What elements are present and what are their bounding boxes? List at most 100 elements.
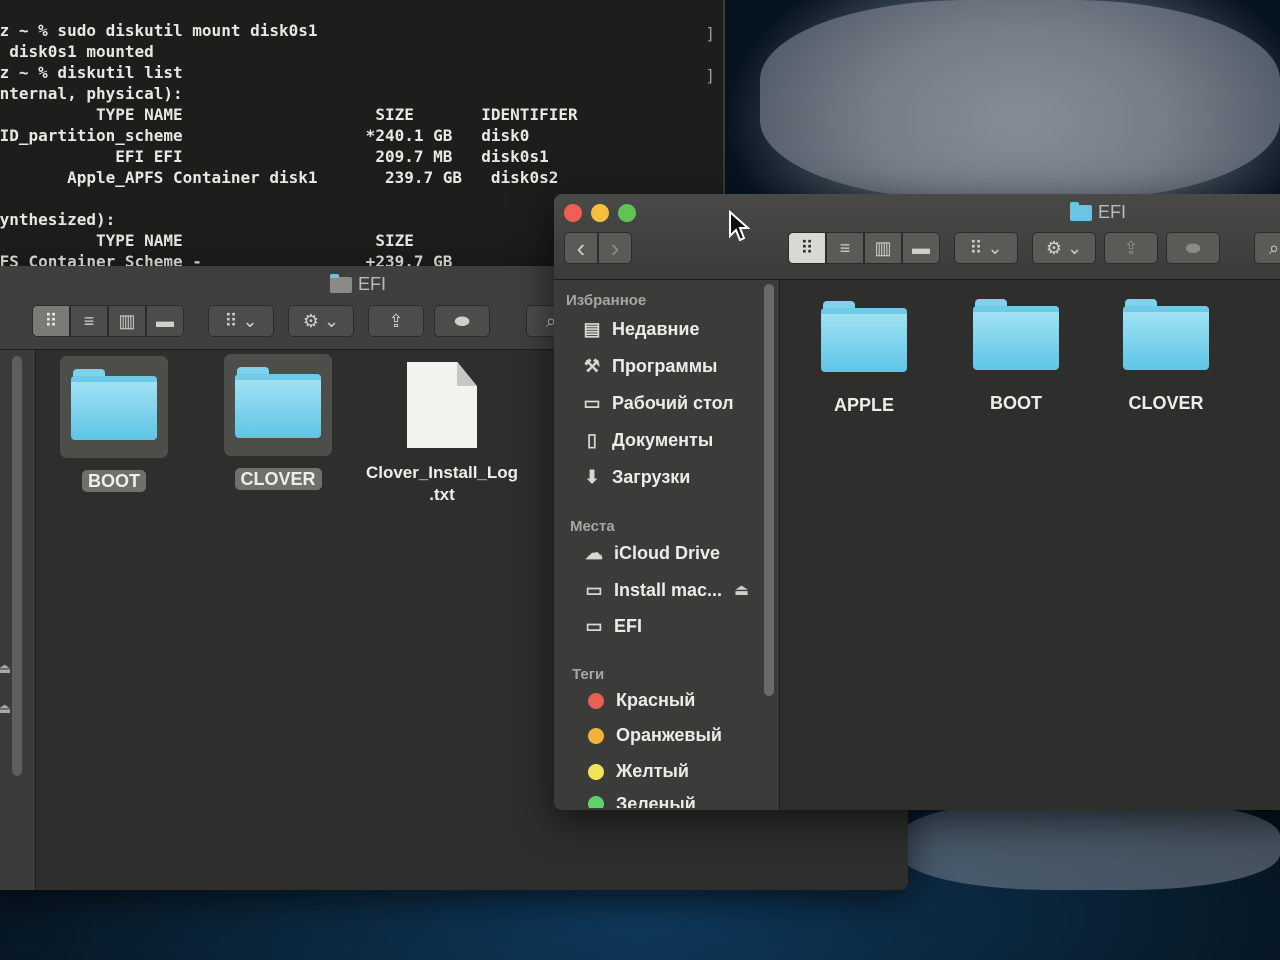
folder-icon: [330, 273, 352, 293]
file-name: Clover_Install_Log .txt: [365, 463, 519, 504]
file-area[interactable]: APPLE BOOT CLOVER: [780, 280, 1280, 810]
forward-button[interactable]: ›: [598, 232, 632, 264]
window-title: EFI: [330, 273, 387, 295]
sidebar-item-label: Программы: [612, 355, 718, 376]
terminal-line: internal, physical):: [0, 84, 183, 103]
sidebar-item-label: Документы: [612, 429, 714, 450]
file-item-clover[interactable]: CLOVER: [234, 367, 322, 490]
terminal-line: TYPE NAME SIZE IDENTIFIER: [0, 105, 578, 124]
sidebar-scrollbar[interactable]: [764, 284, 774, 696]
documents-icon: ▯: [587, 429, 597, 450]
sidebar-item-applications[interactable]: ⚒ Программы: [580, 355, 718, 377]
minimize-button[interactable]: [591, 204, 609, 222]
tag-color-dot: [588, 796, 604, 808]
action-button[interactable]: ⚙ ⌄: [1032, 232, 1096, 264]
tag-color-dot: [588, 727, 604, 744]
eject-icon[interactable]: ⏏: [0, 700, 11, 717]
sidebar-item-icloud-drive[interactable]: ☁ iCloud Drive: [582, 542, 720, 564]
sidebar-item-desktop[interactable]: ▭ Рабочий стол: [580, 392, 734, 414]
tag-button[interactable]: ⬬: [434, 305, 490, 337]
drive-icon: ▭: [585, 579, 603, 600]
search-button[interactable]: ⌕: [1254, 232, 1280, 264]
file-item-boot[interactable]: BOOT: [972, 299, 1060, 414]
sidebar-item-recents[interactable]: ▤ Недавние: [580, 318, 699, 340]
sidebar-item-tag-orange[interactable]: Оранжевый: [584, 725, 722, 746]
list-view-button[interactable]: ≡: [70, 305, 108, 337]
document-icon: [407, 362, 477, 448]
mouse-cursor-icon: [729, 210, 750, 242]
window-controls: [564, 204, 636, 222]
eject-icon[interactable]: ⏏: [734, 580, 749, 600]
sidebar-item-downloads[interactable]: ⬇ Загрузки: [580, 466, 690, 488]
file-name: CLOVER: [1128, 393, 1204, 413]
sidebar-item-tag-yellow[interactable]: Желтый: [584, 761, 689, 782]
sidebar-item-documents[interactable]: ▯ Документы: [580, 429, 713, 451]
file-name: APPLE: [833, 395, 894, 415]
sidebar-item-label: Рабочий стол: [612, 392, 734, 413]
sidebar: Избранное ▤ Недавние ⚒ Программы ▭ Рабоч…: [554, 280, 780, 810]
file-name: BOOT: [82, 470, 146, 492]
sidebar-item-install-macos[interactable]: ▭ Install mac...: [582, 579, 722, 601]
cloud-icon: ☁: [585, 542, 603, 563]
file-item-boot[interactable]: BOOT: [71, 369, 157, 492]
sidebar-item-label: Оранжевый: [616, 725, 722, 745]
terminal-line: UID_partition_scheme *240.1 GB disk0: [0, 126, 530, 145]
action-button[interactable]: ⚙ ⌄: [288, 305, 354, 337]
list-view-button[interactable]: ≡: [826, 232, 864, 264]
zoom-button[interactable]: [618, 204, 636, 222]
view-mode-segment[interactable]: ⠿ ≡ ▥ ▬: [32, 305, 184, 337]
gallery-view-button[interactable]: ▬: [146, 305, 184, 337]
close-button[interactable]: [564, 204, 582, 222]
column-view-button[interactable]: ▥: [864, 232, 902, 264]
folder-icon: [1070, 201, 1092, 221]
sidebar-item-tag-green[interactable]: Зеленый: [584, 794, 696, 808]
file-item-clover-install-log[interactable]: Clover_Install_Log .txt: [362, 362, 522, 506]
sidebar-item-label: Загрузки: [612, 466, 691, 487]
sidebar-item-label: Желтый: [616, 761, 689, 781]
terminal-line: Apple_APFS Container disk1 239.7 GB disk…: [0, 168, 559, 187]
sidebar-section-places: Места: [570, 518, 615, 535]
drive-icon: ▭: [585, 615, 603, 636]
sidebar: ⏏ ⏏: [0, 350, 36, 890]
sidebar-section-tags: Теги: [572, 666, 605, 683]
column-view-button[interactable]: ▥: [108, 305, 146, 337]
icon-view-button[interactable]: ⠿: [788, 232, 826, 264]
recents-icon: ▤: [583, 318, 601, 339]
folder-icon: [1123, 299, 1209, 370]
share-button[interactable]: ⇪: [368, 305, 424, 337]
sidebar-item-efi[interactable]: ▭ EFI: [582, 615, 642, 637]
file-name: CLOVER: [234, 468, 322, 490]
downloads-icon: ⬇: [584, 466, 600, 487]
terminal-line: EFI EFI 209.7 MB disk0s1: [0, 147, 549, 166]
folder-icon: [235, 367, 321, 438]
file-item-apple[interactable]: APPLE: [820, 301, 908, 416]
tag-color-dot: [588, 763, 604, 780]
arrange-button[interactable]: ⠿ ⌄: [954, 232, 1018, 264]
sidebar-item-label: iCloud Drive: [614, 542, 721, 563]
share-button[interactable]: ⇪: [1104, 232, 1158, 264]
terminal-bracket: ]: [705, 66, 715, 85]
window-title-text: EFI: [358, 274, 387, 294]
finder-window-front[interactable]: EFI ‹ › ⠿ ≡ ▥ ▬ ⠿ ⌄ ⚙ ⌄ ⇪ ⬬ ⌕ Избранное …: [554, 194, 1280, 810]
icon-view-button[interactable]: ⠿: [32, 305, 70, 337]
gallery-view-button[interactable]: ▬: [902, 232, 940, 264]
sidebar-scrollbar[interactable]: [12, 356, 22, 776]
back-button[interactable]: ‹: [564, 232, 598, 264]
tag-button[interactable]: ⬬: [1166, 232, 1220, 264]
view-mode-segment[interactable]: ⠿ ≡ ▥ ▬: [788, 232, 940, 264]
window-title: EFI: [1070, 201, 1127, 223]
window-title-text: EFI: [1098, 202, 1127, 222]
terminal-bracket: ]: [705, 24, 715, 43]
folder-icon: [71, 369, 157, 440]
sidebar-item-label: Красный: [616, 690, 696, 710]
eject-icon[interactable]: ⏏: [0, 660, 11, 677]
folder-icon: [821, 301, 907, 372]
navigation-segment[interactable]: ‹ ›: [564, 232, 632, 264]
sidebar-item-label: EFI: [614, 615, 643, 636]
sidebar-item-label: Недавние: [612, 318, 700, 339]
arrange-button[interactable]: ⠿ ⌄: [208, 305, 274, 337]
file-item-clover[interactable]: CLOVER: [1122, 299, 1210, 414]
terminal-line: n disk0s1 mounted: [0, 42, 154, 61]
sidebar-item-tag-red[interactable]: Красный: [584, 690, 695, 711]
file-name: BOOT: [990, 393, 1042, 413]
